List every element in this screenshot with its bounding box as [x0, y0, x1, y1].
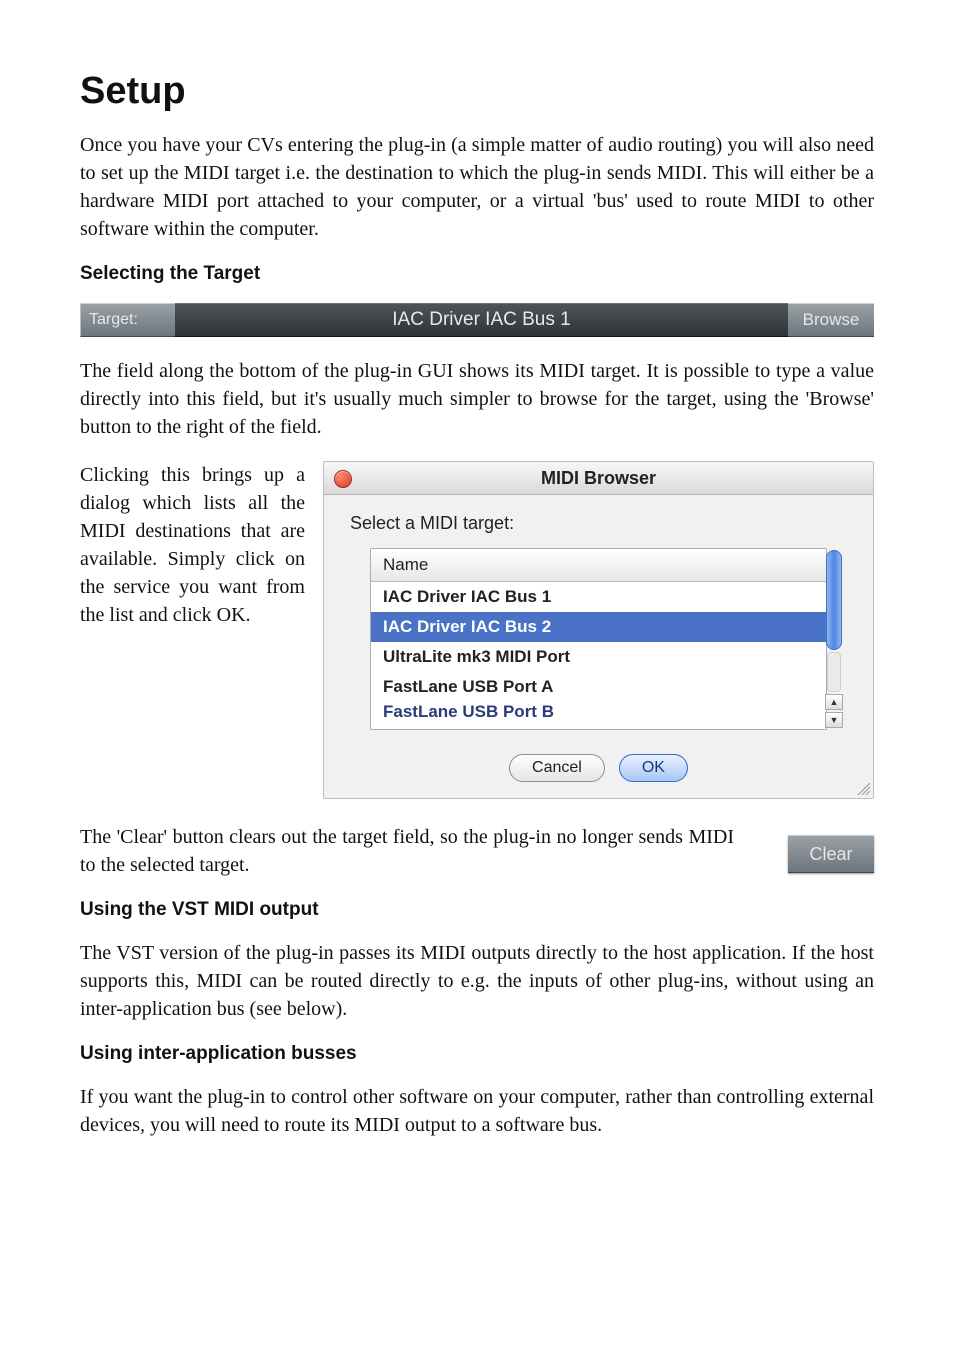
list-item[interactable]: UltraLite mk3 MIDI Port: [371, 642, 826, 672]
cancel-button[interactable]: Cancel: [509, 754, 605, 782]
midi-browser-dialog: MIDI Browser Select a MIDI target: Name …: [323, 461, 874, 799]
dialog-title: MIDI Browser: [541, 468, 656, 489]
list-item[interactable]: FastLane USB Port A: [371, 672, 826, 702]
close-icon[interactable]: [334, 470, 352, 488]
ok-button[interactable]: OK: [619, 754, 688, 782]
vst-midi-paragraph: The VST version of the plug-in passes it…: [80, 939, 874, 1023]
dialog-titlebar[interactable]: MIDI Browser: [324, 462, 873, 495]
page-title: Setup: [80, 70, 874, 113]
list-item[interactable]: IAC Driver IAC Bus 2: [371, 612, 826, 642]
scroll-down-icon[interactable]: ▼: [825, 712, 843, 728]
inter-app-buses-paragraph: If you want the plug-in to control other…: [80, 1083, 874, 1139]
intro-paragraph: Once you have your CVs entering the plug…: [80, 131, 874, 243]
dialog-prompt: Select a MIDI target:: [350, 513, 851, 534]
scroll-up-icon[interactable]: ▲: [825, 694, 843, 710]
resize-handle-icon[interactable]: [855, 780, 871, 796]
target-label: Target:: [80, 303, 175, 337]
clear-paragraph: The 'Clear' button clears out the target…: [80, 823, 874, 879]
inter-app-buses-heading: Using inter-application busses: [80, 1043, 874, 1065]
browse-button[interactable]: Browse: [788, 303, 874, 337]
after-bar-paragraph: The field along the bottom of the plug-i…: [80, 357, 874, 441]
scrollbar-track[interactable]: [827, 652, 841, 692]
target-value-field[interactable]: IAC Driver IAC Bus 1: [175, 303, 788, 337]
midi-target-list[interactable]: Name IAC Driver IAC Bus 1 IAC Driver IAC…: [370, 548, 827, 730]
scrollbar[interactable]: ▲ ▼: [825, 548, 843, 728]
clear-button[interactable]: Clear: [788, 835, 874, 873]
list-item[interactable]: IAC Driver IAC Bus 1: [371, 582, 826, 612]
list-item[interactable]: FastLane USB Port B: [371, 702, 826, 719]
vst-midi-heading: Using the VST MIDI output: [80, 899, 874, 921]
target-bar: Target: IAC Driver IAC Bus 1 Browse: [80, 303, 874, 337]
list-header-name[interactable]: Name: [371, 549, 826, 582]
scrollbar-thumb[interactable]: [826, 550, 842, 650]
left-note-paragraph: Clicking this brings up a dialog which l…: [80, 461, 305, 629]
selecting-target-heading: Selecting the Target: [80, 263, 874, 285]
